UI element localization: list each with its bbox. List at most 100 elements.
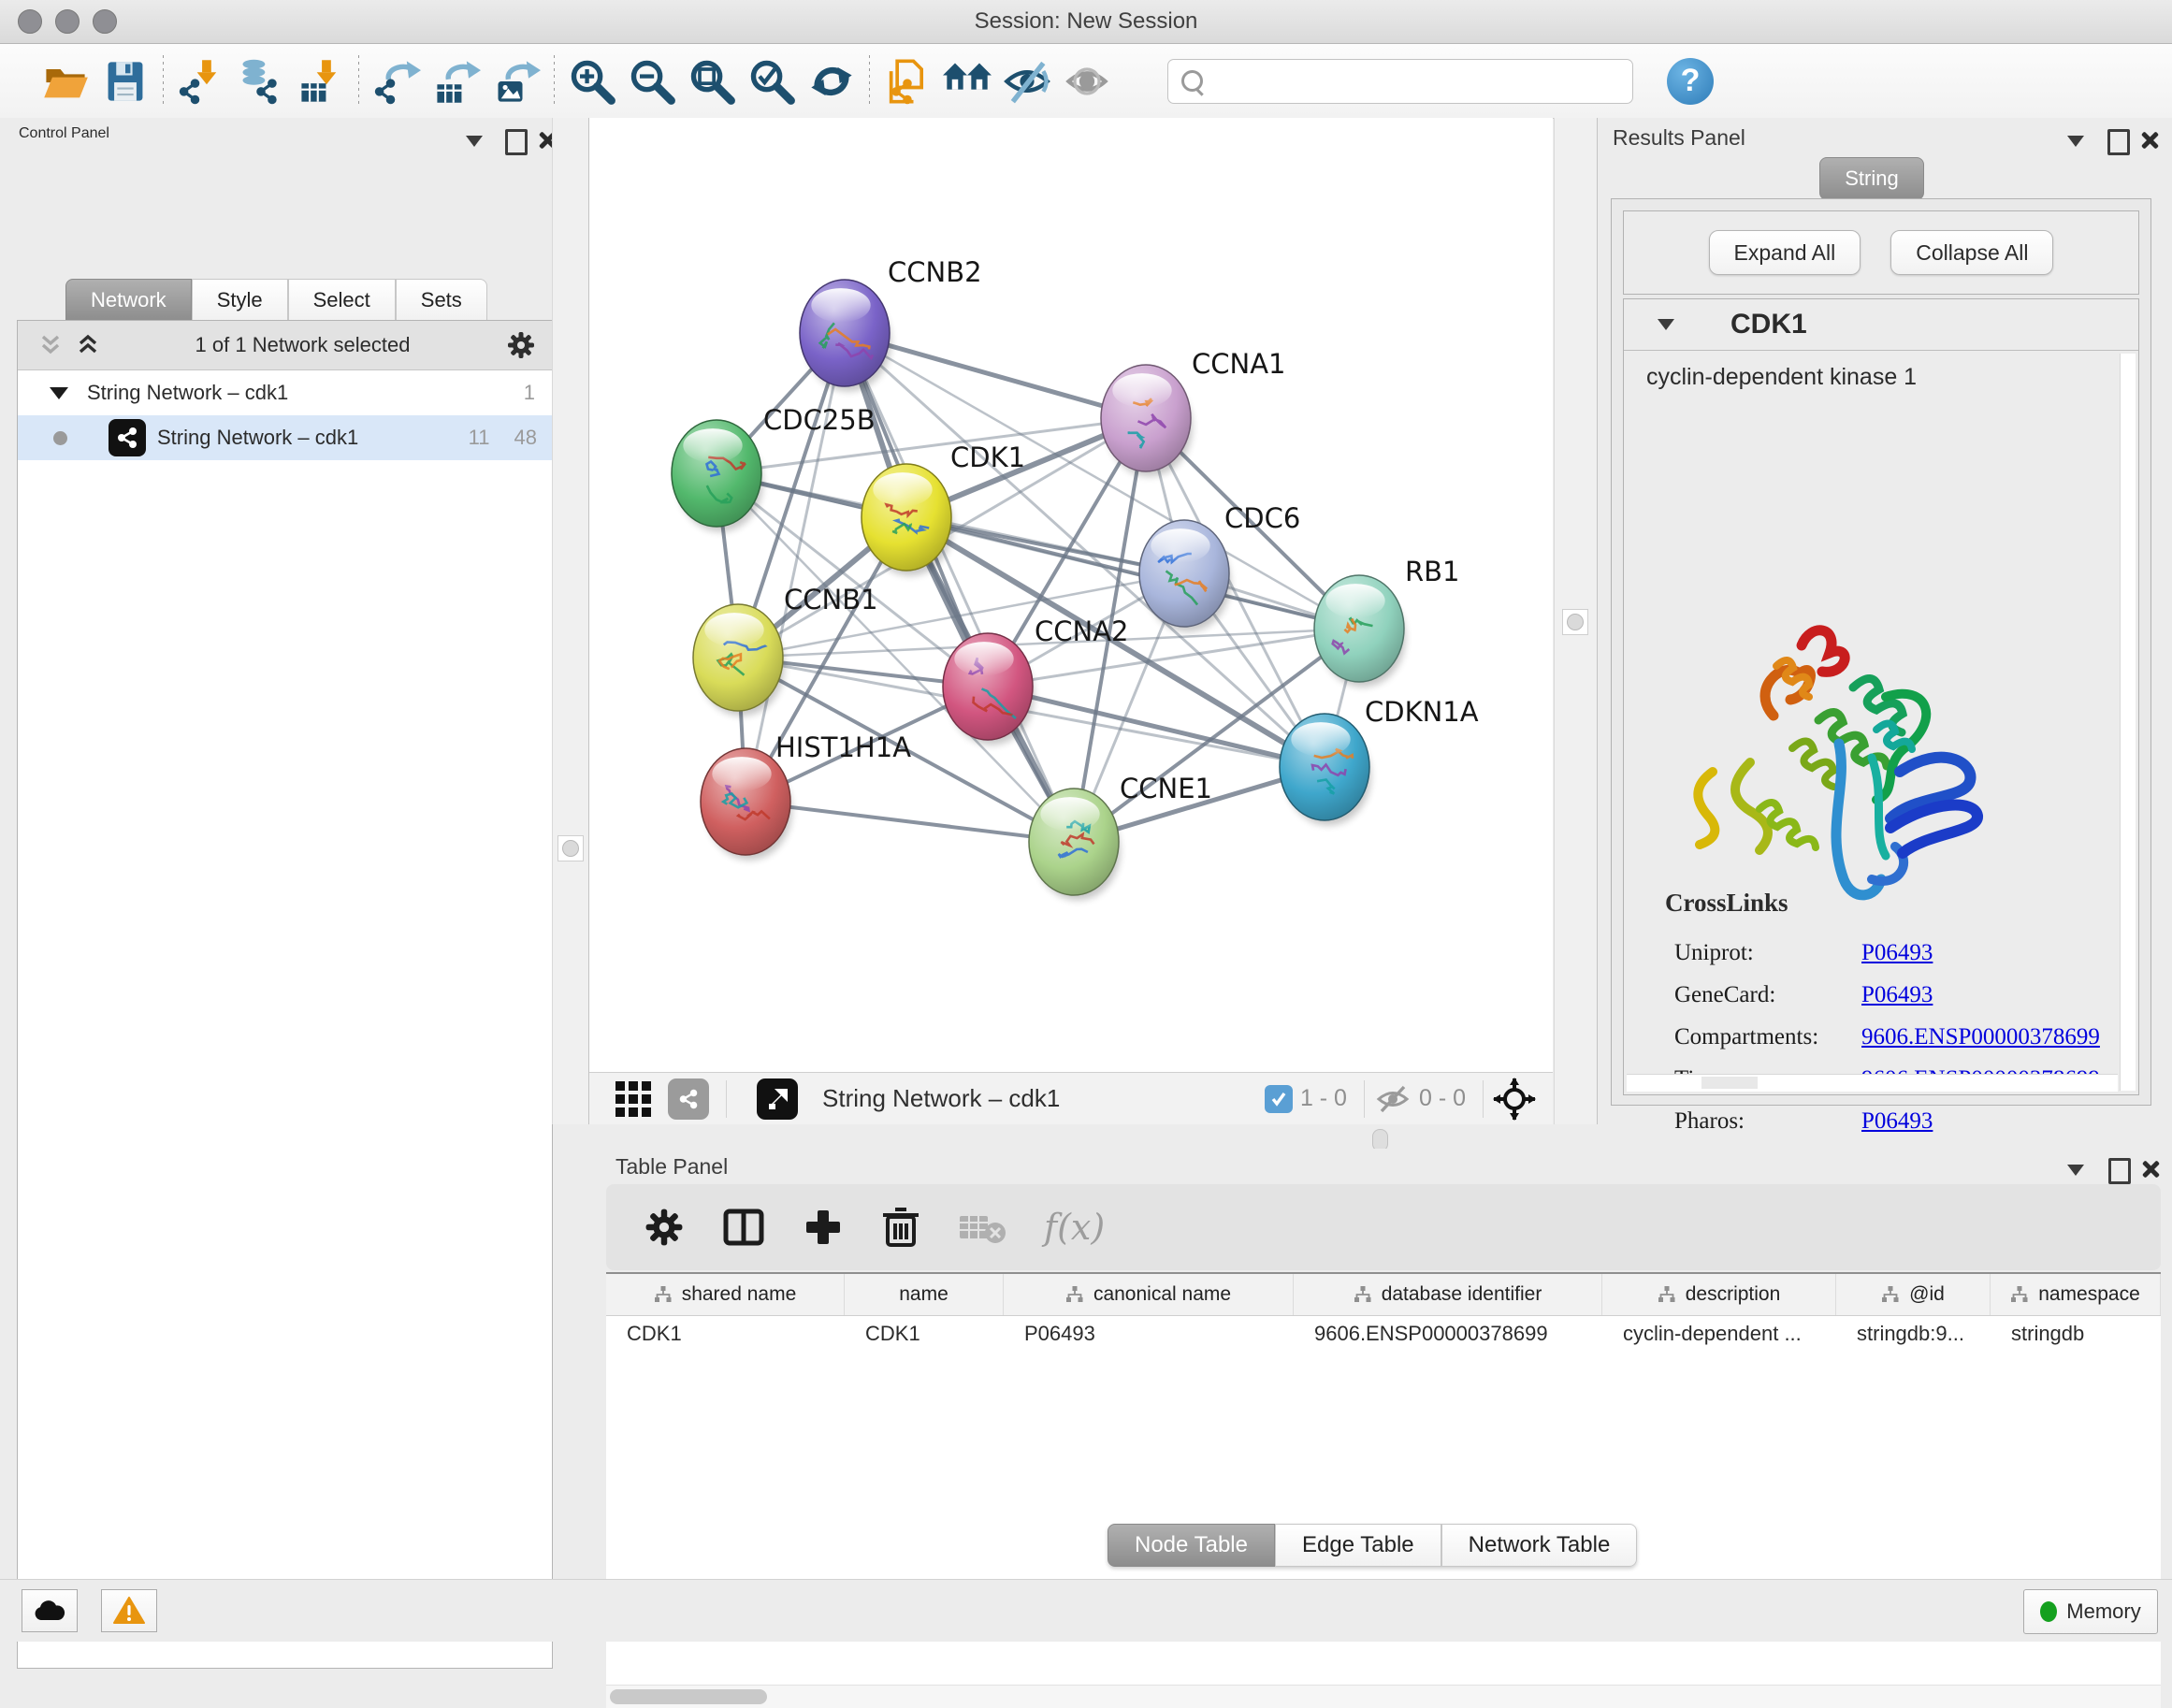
right-splitter[interactable] [1554, 118, 1598, 1124]
zoom-out-icon[interactable] [622, 53, 682, 109]
results-panel-float-icon[interactable] [2107, 129, 2130, 160]
column-header--id[interactable]: @id [1836, 1274, 1991, 1315]
network-node-CDC6[interactable]: CDC6 [1139, 502, 1300, 631]
zoom-fit-icon[interactable] [682, 53, 742, 109]
memory-button[interactable]: Memory [2023, 1589, 2158, 1634]
control-panel-float-icon[interactable] [505, 129, 528, 160]
column-header-description[interactable]: description [1602, 1274, 1836, 1315]
selected-checkbox-icon[interactable] [1265, 1085, 1293, 1113]
collapse-all-icon[interactable] [38, 333, 63, 357]
selection-status: 1 of 1 Network selected [100, 333, 505, 357]
tree-collapse-icon[interactable] [50, 387, 68, 399]
network-collection-row[interactable]: String Network – cdk1 1 [18, 370, 552, 415]
hide-selected-icon[interactable] [997, 53, 1057, 109]
add-column-icon[interactable] [803, 1207, 844, 1248]
results-panel-close-icon[interactable] [2139, 130, 2160, 155]
table-settings-gear-icon[interactable] [644, 1207, 685, 1248]
network-node-CDC25B[interactable]: CDC25B [672, 404, 876, 531]
column-header-canonical-name[interactable]: canonical name [1004, 1274, 1294, 1315]
search-input[interactable] [1209, 68, 1632, 94]
export-table-icon[interactable] [427, 53, 486, 109]
save-session-icon[interactable] [95, 53, 155, 109]
grid-view-icon[interactable] [614, 1079, 653, 1119]
tab-edge-table[interactable]: Edge Table [1275, 1524, 1441, 1567]
hidden-count: 0 - 0 [1419, 1085, 1466, 1112]
open-session-icon[interactable] [36, 53, 95, 109]
tab-node-table[interactable]: Node Table [1108, 1524, 1275, 1567]
cell-namespace[interactable]: stringdb [1991, 1322, 2161, 1346]
export-network-icon[interactable] [367, 53, 427, 109]
tab-network[interactable]: Network [65, 279, 192, 322]
gene-vertical-scrollbar[interactable] [2120, 354, 2136, 1091]
control-panel-menu-icon[interactable] [466, 135, 483, 152]
gene-collapse-icon[interactable] [1658, 319, 1674, 330]
table-row[interactable]: CDK1CDK1P064939606.ENSP00000378699cyclin… [606, 1316, 2161, 1352]
import-network-from-database-icon[interactable] [231, 53, 291, 109]
results-panel-menu-icon[interactable] [2067, 135, 2084, 152]
tab-network-table[interactable]: Network Table [1441, 1524, 1638, 1567]
collapse-all-button[interactable]: Collapse All [1890, 230, 2053, 275]
zoom-selected-icon[interactable] [742, 53, 802, 109]
show-all-icon[interactable] [1057, 53, 1117, 109]
cloud-button[interactable] [22, 1589, 78, 1632]
network-canvas[interactable]: CDK1CCNB1CCNB2CCNA1CCNA2CCNE1CDC25BCDC6R… [589, 118, 1553, 1072]
left-splitter[interactable] [552, 118, 589, 1124]
gene-section-header[interactable]: CDK1 [1624, 299, 2138, 351]
network-node-CCNB2[interactable]: CCNB2 [800, 256, 982, 391]
birdseye-view-icon[interactable] [757, 1078, 798, 1120]
apply-layout-icon[interactable] [802, 53, 862, 109]
tab-select[interactable]: Select [288, 279, 396, 322]
import-network-from-file-icon[interactable] [171, 53, 231, 109]
tab-style[interactable]: Style [192, 279, 288, 322]
network-node-RB1[interactable]: RB1 [1314, 556, 1460, 687]
expand-all-button[interactable]: Expand All [1709, 230, 1861, 275]
crosslink-link[interactable]: P06493 [1861, 982, 1933, 1008]
left-splitter-handle[interactable] [557, 835, 584, 861]
node-label-CDC25B: CDC25B [763, 404, 876, 436]
main-toolbar: ? [0, 44, 2172, 119]
table-panel: Table Panel f(x) shared namenamecanonica… [589, 1149, 2172, 1579]
cell--id[interactable]: stringdb:9... [1836, 1322, 1991, 1346]
network-node-CCNB1[interactable]: CCNB1 [693, 584, 878, 716]
crosslink-link[interactable]: P06493 [1861, 940, 1933, 966]
import-table-from-file-icon[interactable] [291, 53, 351, 109]
tab-string[interactable]: String [1819, 157, 1924, 200]
show-columns-icon[interactable] [722, 1206, 765, 1249]
search-box [1167, 59, 1633, 104]
first-neighbors-icon[interactable] [937, 53, 997, 109]
table-panel-close-icon[interactable] [2140, 1159, 2161, 1184]
network-row[interactable]: String Network – cdk1 11 48 [18, 415, 552, 460]
cell-name[interactable]: CDK1 [845, 1322, 1004, 1346]
network-node-CCNA1[interactable]: CCNA1 [1101, 348, 1285, 476]
expand-all-icon[interactable] [76, 333, 100, 357]
edge-CCNB2-CCNE1[interactable] [845, 333, 1074, 842]
warnings-button[interactable] [101, 1589, 157, 1632]
network-options-gear-icon[interactable] [505, 329, 537, 361]
column-header-namespace[interactable]: namespace [1991, 1274, 2161, 1315]
cell-shared-name[interactable]: CDK1 [606, 1322, 845, 1346]
edge-CCNE1-HIST1H1A[interactable] [746, 802, 1074, 842]
network-overview-icon[interactable] [668, 1078, 709, 1120]
navigate-crosshair-icon[interactable] [1493, 1078, 1536, 1121]
gene-horizontal-scrollbar[interactable] [1627, 1074, 2118, 1092]
table-horizontal-scrollbar[interactable] [606, 1685, 2161, 1708]
network-node-CCNE1[interactable]: CCNE1 [1029, 773, 1212, 900]
cell-canonical-name[interactable]: P06493 [1004, 1322, 1294, 1346]
crosslink-link[interactable]: P06493 [1861, 1108, 1933, 1135]
cell-database-identifier[interactable]: 9606.ENSP00000378699 [1294, 1322, 1602, 1346]
cell-description[interactable]: cyclin-dependent ... [1602, 1322, 1836, 1346]
network-node-HIST1H1A[interactable]: HIST1H1A [701, 731, 911, 860]
help-button[interactable]: ? [1667, 58, 1714, 105]
zoom-in-icon[interactable] [562, 53, 622, 109]
right-splitter-handle[interactable] [1562, 609, 1588, 635]
export-image-icon[interactable] [486, 53, 546, 109]
network-node-CDKN1A[interactable]: CDKN1A [1280, 696, 1479, 825]
column-header-name[interactable]: name [845, 1274, 1004, 1315]
column-header-database-identifier[interactable]: database identifier [1294, 1274, 1602, 1315]
delete-column-icon[interactable] [881, 1206, 920, 1249]
table-panel-menu-icon[interactable] [2067, 1164, 2084, 1180]
column-header-shared-name[interactable]: shared name [606, 1274, 845, 1315]
new-network-from-selection-icon[interactable] [877, 53, 937, 109]
crosslink-link[interactable]: 9606.ENSP00000378699 [1861, 1024, 2100, 1050]
tab-sets[interactable]: Sets [396, 279, 487, 322]
